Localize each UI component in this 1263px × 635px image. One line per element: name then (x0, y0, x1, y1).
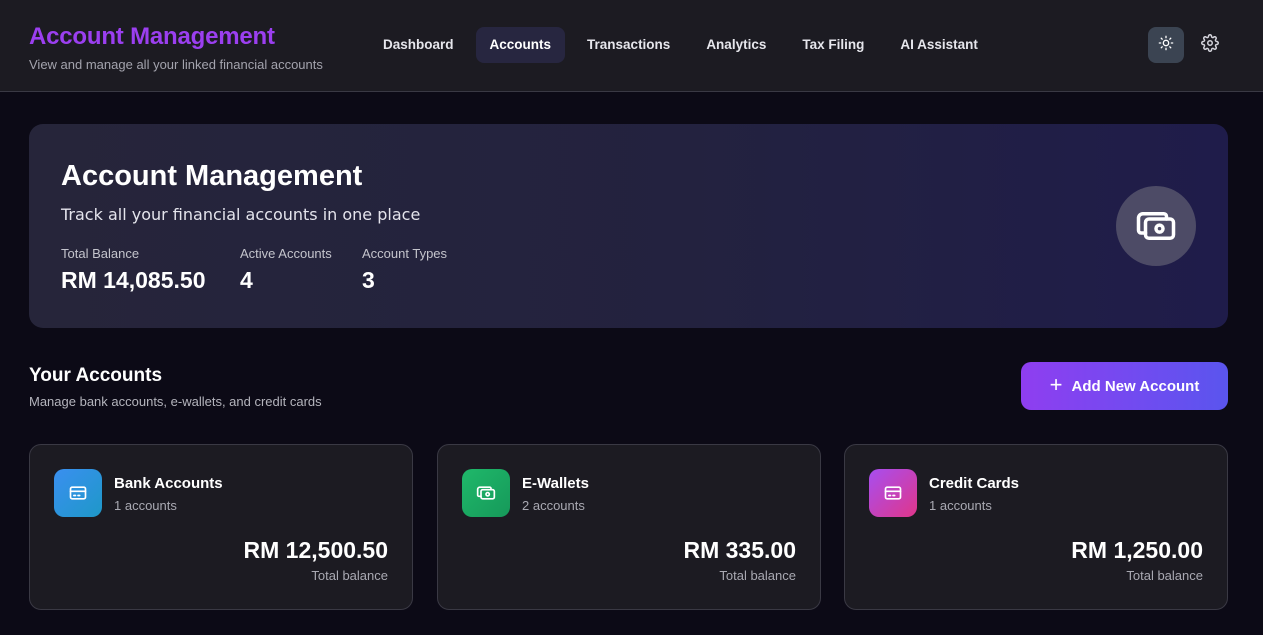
card-count: 1 accounts (114, 498, 177, 513)
nav-transactions[interactable]: Transactions (573, 27, 684, 63)
card-amount: RM 12,500.50 (243, 537, 388, 563)
card-amount-label: Total balance (311, 568, 388, 583)
hero-subtitle: Track all your financial accounts in one… (61, 205, 421, 224)
stat-account-types: Account Types 3 (362, 246, 447, 294)
bank-accounts-card[interactable]: Bank Accounts 1 accounts RM 12,500.50 To… (29, 444, 413, 610)
wallet-cash-icon (1116, 186, 1196, 266)
nav-analytics[interactable]: Analytics (692, 27, 780, 63)
add-new-account-button[interactable]: + Add New Account (1021, 362, 1228, 410)
section-subtitle: Manage bank accounts, e-wallets, and cre… (29, 394, 322, 409)
settings-button[interactable] (1192, 27, 1228, 63)
nav-ai-assistant[interactable]: AI Assistant (886, 27, 992, 63)
nav-dashboard[interactable]: Dashboard (369, 27, 468, 63)
nav-tax-filing[interactable]: Tax Filing (788, 27, 878, 63)
nav-accounts[interactable]: Accounts (475, 27, 566, 63)
card-name: Bank Accounts (114, 475, 223, 492)
app-title: Account Management (29, 23, 275, 50)
stat-label: Active Accounts (240, 246, 332, 261)
cash-icon (462, 469, 510, 517)
stat-value: 4 (240, 267, 253, 293)
stat-total-balance: Total Balance RM 14,085.50 (61, 246, 205, 294)
top-header: Account Management View and manage all y… (0, 0, 1263, 92)
add-button-label: Add New Account (1071, 377, 1200, 395)
credit-card-icon (869, 469, 917, 517)
credit-card-icon (54, 469, 102, 517)
card-name: E-Wallets (522, 475, 589, 492)
credit-cards-card[interactable]: Credit Cards 1 accounts RM 1,250.00 Tota… (844, 444, 1228, 610)
summary-hero: Account Management Track all your financ… (29, 124, 1228, 328)
theme-toggle-button[interactable] (1148, 27, 1184, 63)
card-amount-label: Total balance (1126, 568, 1203, 583)
gear-icon (1201, 33, 1219, 57)
stat-value: RM 14,085.50 (61, 267, 206, 293)
card-name: Credit Cards (929, 475, 1020, 492)
plus-icon: + (1049, 372, 1063, 397)
card-amount: RM 1,250.00 (1071, 537, 1203, 563)
card-amount-label: Total balance (719, 568, 796, 583)
section-title: Your Accounts (29, 365, 163, 386)
main-nav: Dashboard Accounts Transactions Analytic… (369, 27, 1000, 63)
card-count: 2 accounts (522, 498, 585, 513)
e-wallets-card[interactable]: E-Wallets 2 accounts RM 335.00 Total bal… (437, 444, 821, 610)
stat-active-accounts: Active Accounts 4 (240, 246, 332, 294)
sun-icon (1158, 35, 1174, 56)
app-subtitle: View and manage all your linked financia… (29, 57, 323, 72)
card-amount: RM 335.00 (683, 537, 796, 563)
stat-label: Total Balance (61, 246, 140, 261)
hero-title: Account Management (61, 160, 363, 192)
stat-label: Account Types (362, 246, 448, 261)
stat-value: 3 (362, 267, 375, 293)
card-count: 1 accounts (929, 498, 992, 513)
